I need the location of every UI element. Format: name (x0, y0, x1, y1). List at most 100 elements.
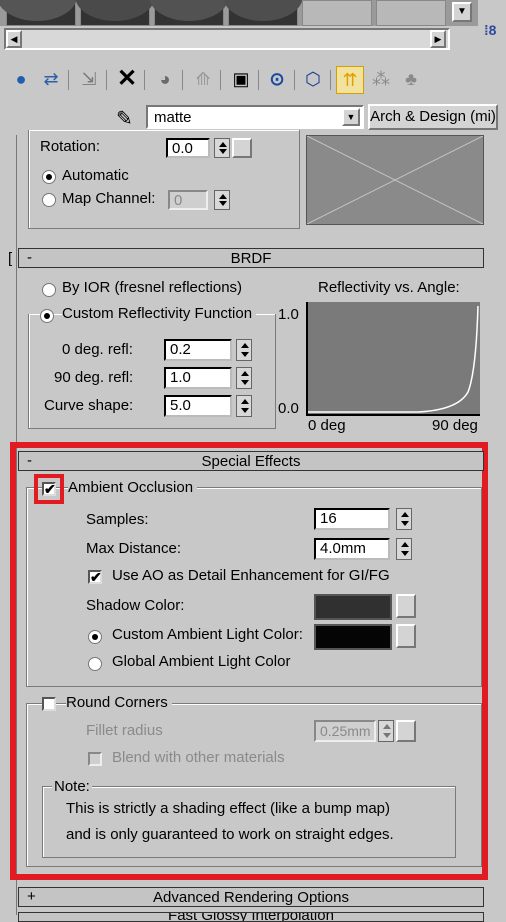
material-slot[interactable] (0, 0, 77, 26)
fillet-radius-map-button[interactable] (396, 720, 416, 742)
custom-ambient-label: Custom Ambient Light Color: (112, 626, 303, 643)
deg0-field[interactable]: 0.2 (164, 339, 232, 361)
global-ambient-radio[interactable] (88, 657, 102, 671)
max-distance-label: Max Distance: (86, 540, 182, 557)
go-to-parent-icon[interactable]: ⇈ (336, 66, 364, 94)
ambient-occlusion-checkbox[interactable]: ✔ (42, 482, 56, 496)
horizontal-scrollbar[interactable]: ◀ ▶ (4, 28, 450, 50)
note-line-1: This is strictly a shading effect (like … (66, 800, 391, 817)
material-slot[interactable] (223, 0, 303, 26)
material-slot[interactable] (149, 0, 229, 26)
max-distance-spinner[interactable] (396, 538, 412, 560)
chevron-right-icon: ▶ (434, 34, 442, 44)
blend-materials-checkbox[interactable] (88, 752, 102, 766)
reflectivity-curve (308, 305, 479, 413)
curve-shape-spinner[interactable] (236, 395, 252, 417)
toolbar-divider (182, 70, 183, 90)
material-slot[interactable] (302, 0, 372, 26)
put-to-scene-icon[interactable]: ⇄ (38, 66, 64, 92)
deg90-spinner[interactable] (236, 367, 252, 389)
max-distance-field[interactable]: 4.0mm (314, 538, 390, 560)
detail-enhancement-label: Use AO as Detail Enhancement for GI/FG (112, 567, 390, 584)
material-map-navigator-icon[interactable]: ♣ (398, 66, 424, 92)
fillet-radius-spinner[interactable] (378, 720, 394, 742)
chevron-down-icon: ▼ (346, 112, 356, 122)
make-unique-icon[interactable]: ◕ (152, 66, 178, 92)
custom-reflectivity-radio[interactable] (40, 309, 54, 323)
material-type-label: Arch & Design (mi) (370, 108, 496, 125)
rotation-spinner[interactable] (214, 138, 230, 158)
grip-icon[interactable]: ⁞8 (484, 22, 496, 38)
curve-shape-field[interactable]: 5.0 (164, 395, 232, 417)
brdf-border-mark: [ (8, 250, 13, 267)
assign-to-selection-icon[interactable]: ⇲ (76, 66, 102, 92)
note-label: Note: (52, 778, 92, 795)
material-slot-strip: ▼ (0, 0, 478, 26)
material-type-button[interactable]: Arch & Design (mi) (368, 104, 498, 130)
detail-enhancement-checkbox[interactable]: ✔ (88, 570, 102, 584)
material-slot[interactable] (376, 0, 446, 26)
special-effects-rollout-header[interactable]: - Special Effects (18, 451, 484, 471)
by-ior-label: By IOR (fresnel reflections) (62, 279, 243, 296)
toolbar-divider (106, 70, 107, 90)
material-name-value: matte (154, 109, 192, 126)
custom-ambient-radio[interactable] (88, 630, 102, 644)
put-to-library-icon[interactable]: ⟰ (190, 66, 216, 92)
map-channel-spinner[interactable] (214, 190, 230, 210)
fillet-radius-field[interactable]: 0.25mm (314, 720, 376, 742)
advanced-rendering-rollout-header[interactable]: + Advanced Rendering Options (18, 887, 484, 907)
material-slot[interactable] (75, 0, 155, 26)
deg0-spinner[interactable] (236, 339, 252, 361)
map-channel-label: Map Channel: (62, 190, 156, 207)
show-end-result-icon[interactable]: ⬡ (300, 66, 326, 92)
show-map-in-viewport-icon[interactable]: ⊙ (264, 66, 290, 92)
fast-glossy-rollout-header[interactable]: Fast Glossy Interpolation (18, 912, 484, 922)
map-channel-radio[interactable] (42, 193, 56, 207)
by-ior-radio[interactable] (42, 283, 56, 297)
note-group (42, 786, 456, 858)
scroll-right-button[interactable]: ▶ (430, 30, 446, 48)
shadow-color-map-button[interactable] (396, 594, 416, 618)
chevron-down-icon: ▼ (457, 6, 467, 17)
automatic-radio[interactable] (42, 170, 56, 184)
rotation-extra-button[interactable] (232, 138, 252, 158)
deg90-label: 90 deg. refl: (54, 369, 134, 386)
samples-field[interactable]: 16 (314, 508, 390, 530)
reset-map-icon[interactable]: ✕ (114, 66, 140, 92)
rotation-field[interactable]: 0.0 (166, 138, 210, 158)
note-line-2: and is only guaranteed to work on straig… (66, 826, 394, 843)
get-material-icon[interactable]: ● (8, 66, 34, 92)
reflectivity-graph-title: Reflectivity vs. Angle: (318, 279, 460, 296)
special-effects-title: Special Effects (201, 453, 301, 470)
slots-scroll-down-button[interactable]: ▼ (452, 2, 472, 22)
toolbar-divider (68, 70, 69, 90)
graph-x-max-label: 90 deg (432, 417, 478, 434)
graph-y-min-label: 0.0 (278, 400, 299, 417)
map-channel-field[interactable]: 0 (168, 190, 208, 210)
dropdown-arrow-button[interactable]: ▼ (342, 108, 360, 126)
fillet-radius-label: Fillet radius (86, 722, 163, 739)
deg90-field[interactable]: 1.0 (164, 367, 232, 389)
ambient-color-swatch[interactable] (314, 624, 392, 650)
scroll-left-button[interactable]: ◀ (6, 30, 22, 48)
global-ambient-label: Global Ambient Light Color (112, 653, 291, 670)
material-name-dropdown[interactable]: matte ▼ (146, 105, 364, 129)
deg0-label: 0 deg. refl: (62, 341, 133, 358)
samples-spinner[interactable] (396, 508, 412, 530)
ambient-occlusion-label: Ambient Occlusion (68, 479, 198, 496)
samples-label: Samples: (86, 511, 149, 528)
go-forward-to-sibling-icon[interactable]: ⁂ (368, 66, 394, 92)
ambient-color-map-button[interactable] (396, 624, 416, 648)
brdf-rollout-header[interactable]: - BRDF (18, 248, 484, 268)
round-corners-checkbox[interactable] (42, 697, 56, 711)
toolbar-divider (220, 70, 221, 90)
coordinates-preview (306, 135, 484, 225)
shadow-color-label: Shadow Color: (86, 597, 185, 614)
shadow-color-swatch[interactable] (314, 594, 392, 620)
pick-material-from-object-icon[interactable]: ✎ (116, 106, 133, 131)
custom-reflectivity-label: Custom Reflectivity Function (62, 305, 257, 322)
blend-materials-label: Blend with other materials (112, 749, 285, 766)
material-id-channel-icon[interactable]: ▣ (228, 66, 254, 92)
graph-y-max-label: 1.0 (278, 306, 299, 323)
toolbar-divider (294, 70, 295, 90)
